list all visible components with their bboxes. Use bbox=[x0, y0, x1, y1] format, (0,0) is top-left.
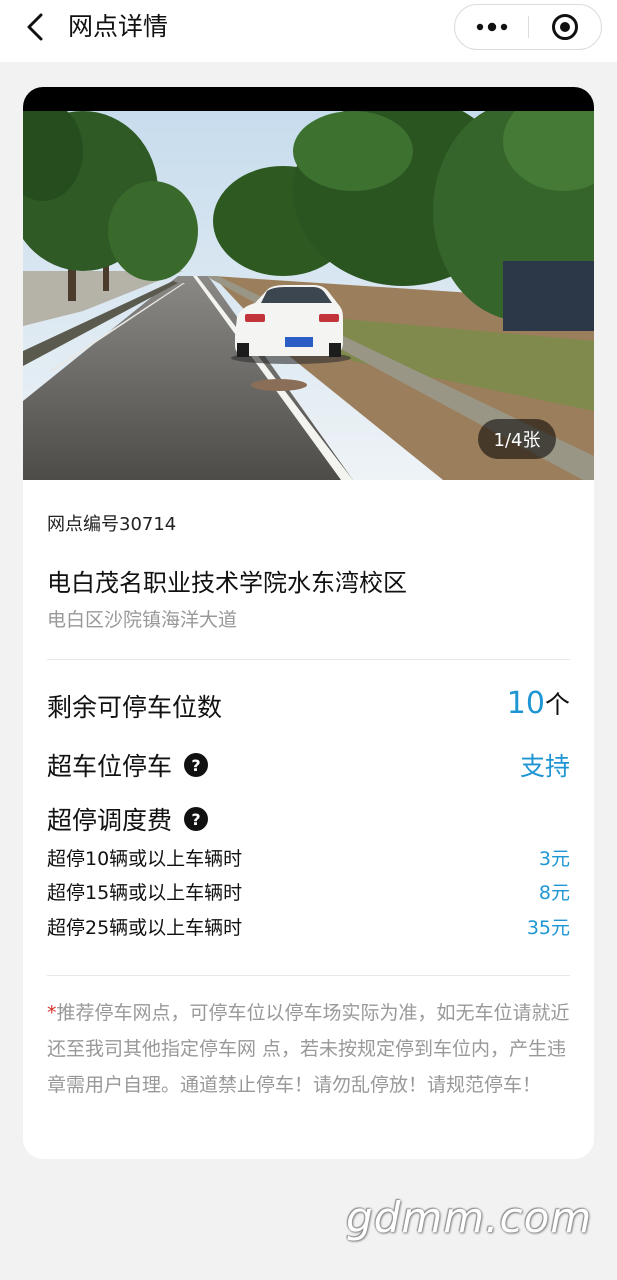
fee-row: 超停15辆或以上车辆时 8元 bbox=[47, 878, 570, 908]
remaining-spaces-label: 剩余可停车位数 bbox=[47, 688, 222, 724]
mini-program-capsule bbox=[454, 4, 602, 50]
photo-counter-badge: 1/4张 bbox=[478, 419, 556, 459]
fee-price: 8元 bbox=[538, 882, 570, 904]
watermark: gdmm.com bbox=[346, 1193, 593, 1242]
parking-notice-text: 推荐停车网点，可停车位以停车场实际为准，如无车位请就近还至我司其他指定停车网 点… bbox=[47, 1002, 570, 1096]
overflow-parking-value: 支持 bbox=[519, 752, 570, 781]
site-name: 电白茂名职业技术学院水东湾校区 bbox=[47, 569, 407, 597]
dispatch-fee-text: 超停调度费 bbox=[47, 806, 173, 835]
parking-notice: *推荐停车网点，可停车位以停车场实际为准，如无车位请就近还至我司其他指定停车网 … bbox=[47, 995, 571, 1103]
site-code: 网点编号30714 bbox=[47, 514, 177, 535]
fee-price: 3元 bbox=[538, 848, 570, 870]
overflow-parking-text: 超车位停车 bbox=[47, 752, 173, 781]
fee-condition: 超停25辆或以上车辆时 bbox=[47, 917, 243, 939]
more-dots-icon bbox=[476, 22, 507, 32]
chevron-left-icon bbox=[27, 13, 43, 41]
page-title: 网点详情 bbox=[68, 12, 169, 41]
remaining-spaces-text: 剩余可停车位数 bbox=[47, 693, 223, 722]
target-circle-icon bbox=[552, 14, 578, 40]
close-mini-program-button[interactable] bbox=[529, 5, 601, 49]
site-address: 电白区沙院镇海洋大道 bbox=[47, 609, 238, 631]
more-button[interactable] bbox=[455, 5, 528, 49]
card-top-bar bbox=[23, 87, 594, 111]
remaining-spaces-unit: 个 bbox=[544, 690, 570, 719]
divider bbox=[47, 659, 570, 660]
back-button[interactable] bbox=[18, 10, 52, 44]
navigation-bar: 网点详情 bbox=[0, 0, 617, 62]
help-icon[interactable]: ? bbox=[184, 807, 209, 831]
required-star: * bbox=[47, 1002, 57, 1024]
help-icon[interactable]: ? bbox=[184, 753, 209, 777]
dispatch-fee-label: 超停调度费 ? bbox=[47, 801, 209, 837]
divider bbox=[47, 975, 570, 976]
fee-row: 超停10辆或以上车辆时 3元 bbox=[47, 844, 570, 874]
fee-price: 35元 bbox=[526, 917, 570, 939]
site-detail-card: 1/4张 网点编号30714 电白茂名职业技术学院水东湾校区 电白区沙院镇海洋大… bbox=[23, 87, 594, 1159]
fee-condition: 超停10辆或以上车辆时 bbox=[47, 848, 243, 870]
remaining-spaces-value: 10个 bbox=[507, 685, 570, 721]
remaining-spaces-count: 10 bbox=[506, 686, 545, 721]
overflow-parking-label: 超车位停车 ? bbox=[47, 747, 209, 783]
fee-condition: 超停15辆或以上车辆时 bbox=[47, 882, 243, 904]
fee-row: 超停25辆或以上车辆时 35元 bbox=[47, 913, 570, 943]
